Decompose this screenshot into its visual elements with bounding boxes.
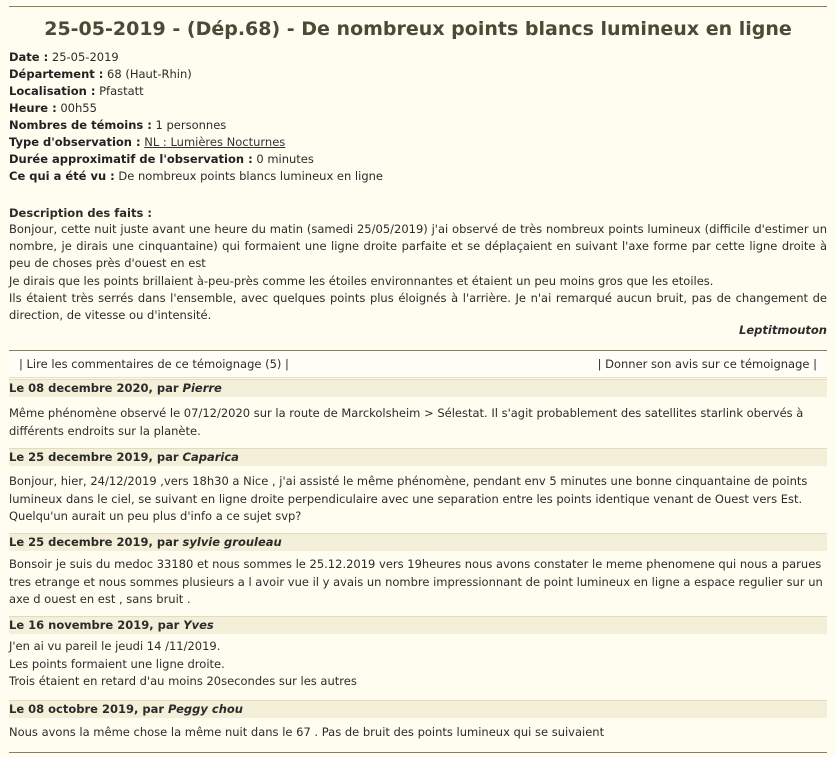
meta-seen: Ce qui a été vu : De nombreux points bla… (9, 168, 383, 185)
meta-label: Localisation : (9, 84, 96, 98)
comment-line: Bonsoir je suis du medoc 33180 et nous s… (9, 557, 823, 606)
comment-line: Trois étaient en retard d'au moins 20sec… (9, 674, 357, 688)
report-page: 25-05-2019 - (Dép.68) - De nombreux poin… (0, 0, 836, 757)
comment-header: Le 25 decembre 2019, par sylvie grouleau (9, 533, 827, 551)
comment-line: Les points formaient une ligne droite. (9, 656, 225, 671)
comment-date: Le 25 decembre 2019, par (9, 535, 183, 549)
meta-label: Type d'observation : (9, 135, 141, 149)
comment-author: Pierre (182, 381, 222, 395)
meta-witnesses: Nombres de témoins : 1 personnes (9, 117, 383, 134)
comment-line: J'en ai vu pareil le jeudi 14 /11/2019. (9, 639, 221, 653)
comment-author: Yves (183, 618, 214, 632)
meta-label: Heure : (9, 101, 57, 115)
meta-department: Département : 68 (Haut-Rhin) (9, 66, 383, 83)
comment-date: Le 16 novembre 2019, par (9, 618, 184, 632)
description-text: Bonjour, cette nuit juste avant une heur… (9, 221, 827, 324)
bottom-divider (9, 752, 827, 753)
comment-body: Bonsoir je suis du medoc 33180 et nous s… (9, 556, 827, 609)
comment-header: Le 08 decembre 2020, par Pierre (9, 379, 827, 397)
description-heading: Description des faits : (9, 206, 152, 220)
comment-body: Bonjour, hier, 24/12/2019 ,vers 18h30 a … (9, 473, 827, 526)
meta-value: 00h55 (56, 101, 97, 115)
meta-type: Type d'observation : NL : Lumières Noctu… (9, 134, 383, 151)
comment-date: Le 08 octobre 2019, par (9, 702, 169, 716)
description-paragraph: Bonjour, cette nuit juste avant une heur… (9, 222, 827, 271)
comment-line: Nous avons la même chose la même nuit da… (9, 725, 605, 739)
meta-label: Nombres de témoins : (9, 118, 152, 132)
meta-label: Date : (9, 50, 49, 64)
meta-date: Date : 25-05-2019 (9, 49, 383, 66)
comment-header: Le 08 octobre 2019, par Peggy chou (9, 700, 827, 718)
comment-author: sylvie grouleau (182, 535, 282, 549)
comment-author: Peggy chou (168, 702, 243, 716)
comment-date: Le 08 decembre 2020, par (9, 381, 183, 395)
read-comments-link[interactable]: | Lire les commentaires de ce témoignage… (19, 357, 289, 371)
top-divider (9, 6, 827, 7)
give-opinion-link[interactable]: | Donner son avis sur ce témoignage | (598, 357, 817, 371)
meta-value: De nombreux points blancs lumineux en li… (114, 169, 383, 183)
comment-body: J'en ai vu pareil le jeudi 14 /11/2019. … (9, 638, 827, 691)
page-title: 25-05-2019 - (Dép.68) - De nombreux poin… (44, 18, 792, 40)
comment-line: Bonjour, hier, 24/12/2019 ,vers 18h30 a … (9, 474, 808, 523)
comment-body: Même phénomène observé le 07/12/2020 sur… (9, 405, 827, 440)
observation-type-link[interactable]: NL : Lumières Nocturnes (144, 135, 285, 149)
meta-label: Ce qui a été vu : (9, 169, 115, 183)
meta-duration: Durée approximatif de l'observation : 0 … (9, 151, 383, 168)
meta-time: Heure : 00h55 (9, 100, 383, 117)
description-paragraph: Ils étaient très serrés dans l'ensemble,… (9, 290, 827, 323)
comment-body: Nous avons la même chose la même nuit da… (9, 724, 827, 742)
comment-date: Le 25 decembre 2019, par (9, 450, 183, 464)
comment-header: Le 16 novembre 2019, par Yves (9, 616, 827, 634)
report-meta: Date : 25-05-2019 Département : 68 (Haut… (9, 49, 383, 185)
meta-label: Durée approximatif de l'observation : (9, 152, 253, 166)
report-author: Leptitmouton (739, 323, 827, 337)
meta-value: 1 personnes (151, 118, 227, 132)
comment-line: Même phénomène observé le 07/12/2020 sur… (9, 406, 804, 438)
meta-value: 0 minutes (252, 152, 314, 166)
meta-location: Localisation : Pfastatt (9, 83, 383, 100)
meta-value: 25-05-2019 (48, 50, 119, 64)
description-paragraph: Je dirais que les points brillaient à-pe… (9, 273, 714, 288)
comment-header: Le 25 decembre 2019, par Caparica (9, 448, 827, 466)
comment-author: Caparica (182, 450, 239, 464)
meta-label: Département : (9, 67, 104, 81)
meta-value: Pfastatt (95, 84, 144, 98)
meta-value: 68 (Haut-Rhin) (103, 67, 192, 81)
links-bar: | Lire les commentaires de ce témoignage… (9, 350, 827, 378)
